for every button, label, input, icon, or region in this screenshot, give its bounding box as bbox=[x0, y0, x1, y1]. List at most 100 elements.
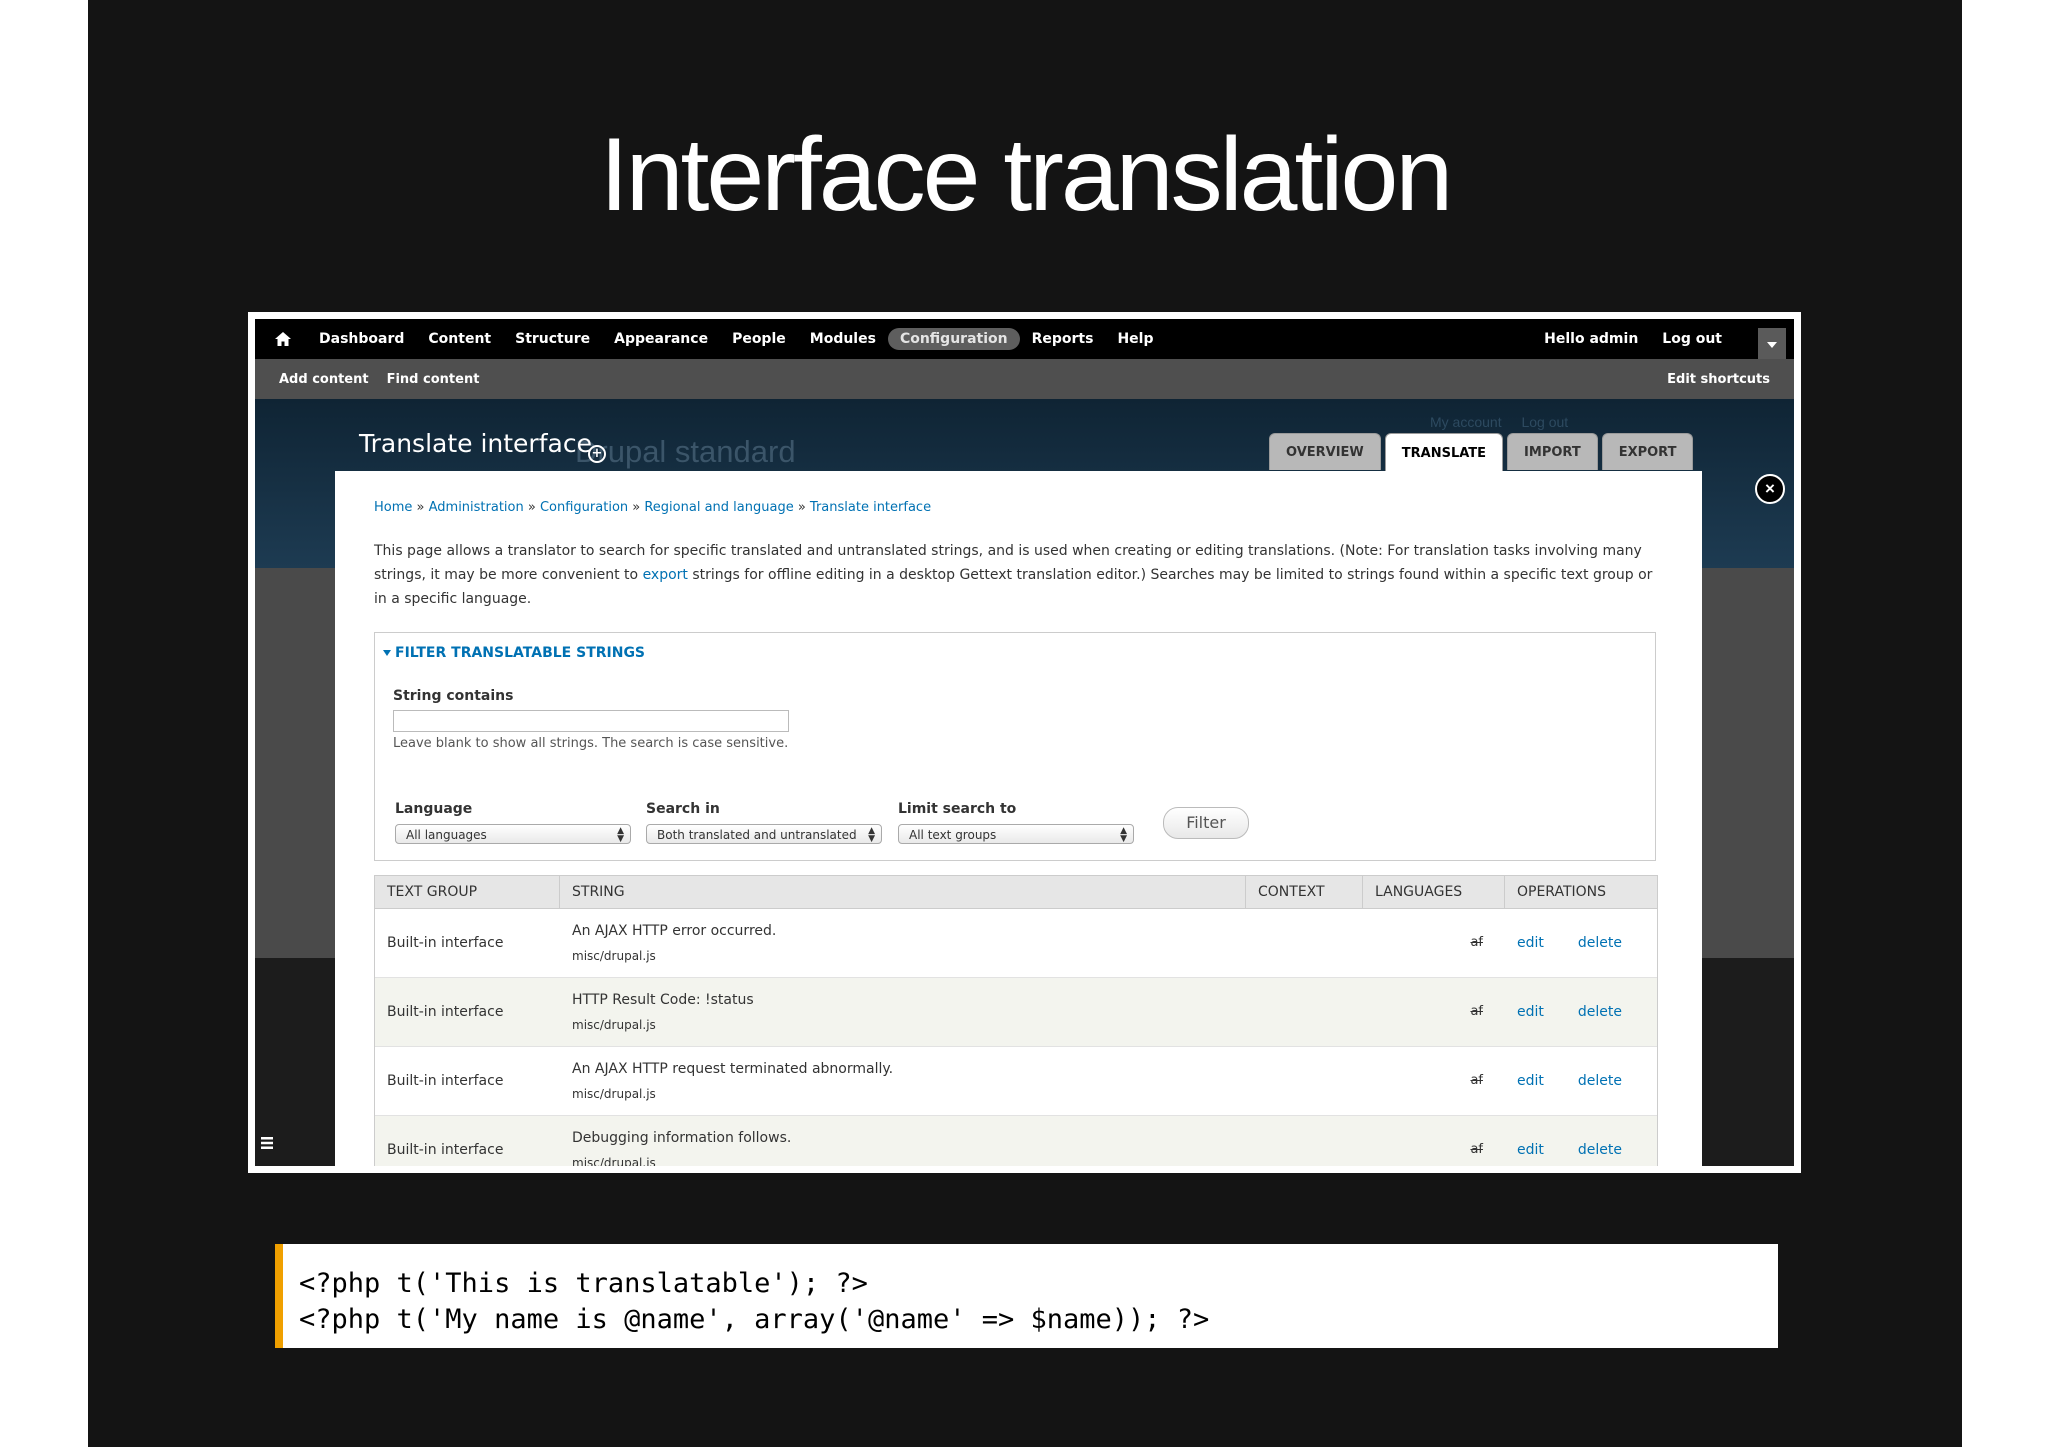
edit-link[interactable]: edit bbox=[1517, 1142, 1544, 1158]
toolbar-item-content[interactable]: Content bbox=[416, 331, 503, 347]
cell-context bbox=[1246, 978, 1363, 1046]
ghost-my-account: My account bbox=[1430, 414, 1502, 430]
tab-translate[interactable]: TRANSLATE bbox=[1384, 433, 1504, 472]
delete-link[interactable]: delete bbox=[1578, 1142, 1622, 1158]
search-in-select[interactable]: Both translated and untranslated ▲ ▼ bbox=[646, 824, 882, 844]
th-operations: OPERATIONS bbox=[1517, 884, 1607, 900]
cell-text-group: Built-in interface bbox=[387, 935, 504, 951]
page-title: Translate interface bbox=[359, 429, 592, 458]
search-in-select-value: Both translated and untranslated bbox=[657, 828, 857, 842]
chevron-down-icon bbox=[1767, 342, 1777, 348]
filter-legend-label: FILTER TRANSLATABLE STRINGS bbox=[395, 645, 646, 661]
code-snippet: <?php t('This is translatable'); ?> <?php… bbox=[275, 1244, 1778, 1348]
filter-legend-toggle[interactable]: FILTER TRANSLATABLE STRINGS bbox=[383, 645, 645, 661]
code-line-1: <?php t('This is translatable'); ?> bbox=[299, 1268, 868, 1299]
home-icon[interactable] bbox=[275, 332, 291, 346]
string-text: An AJAX HTTP request terminated abnormal… bbox=[572, 1061, 894, 1077]
toolbar-item-configuration[interactable]: Configuration bbox=[887, 328, 1020, 350]
cell-languages: af bbox=[1470, 1142, 1483, 1157]
table-row: Built-in interface An AJAX HTTP request … bbox=[375, 1047, 1657, 1116]
code-line-2: <?php t('My name is @name', array('@name… bbox=[299, 1304, 1210, 1335]
cell-text-group: Built-in interface bbox=[387, 1004, 504, 1020]
table-row: Built-in interface HTTP Result Code: !st… bbox=[375, 978, 1657, 1047]
search-in-label: Search in bbox=[646, 801, 720, 817]
delete-link[interactable]: delete bbox=[1578, 935, 1622, 951]
cell-text-group: Built-in interface bbox=[387, 1142, 504, 1158]
string-contains-description: Leave blank to show all strings. The sea… bbox=[393, 736, 789, 751]
toolbar-item-help[interactable]: Help bbox=[1105, 331, 1165, 347]
breadcrumb-translate-interface[interactable]: Translate interface bbox=[810, 500, 931, 515]
toolbar-item-reports[interactable]: Reports bbox=[1020, 331, 1106, 347]
cell-string: An AJAX HTTP request terminated abnormal… bbox=[560, 1047, 1246, 1115]
hello-user[interactable]: Hello admin bbox=[1544, 331, 1638, 347]
string-text: HTTP Result Code: !status bbox=[572, 992, 754, 1008]
edit-link[interactable]: edit bbox=[1517, 1073, 1544, 1089]
cell-context bbox=[1246, 1047, 1363, 1115]
tab-import[interactable]: IMPORT bbox=[1507, 433, 1598, 470]
ghost-log-out: Log out bbox=[1521, 414, 1569, 430]
cell-context bbox=[1246, 909, 1363, 977]
slide: Interface translation Dashboard Content … bbox=[88, 0, 1962, 1447]
delete-link[interactable]: delete bbox=[1578, 1004, 1622, 1020]
cell-languages: af bbox=[1470, 1004, 1483, 1019]
caret-down-icon bbox=[383, 650, 391, 656]
tab-overview[interactable]: OVERVIEW bbox=[1269, 433, 1381, 470]
cell-string: An AJAX HTTP error occurred. misc/drupal… bbox=[560, 909, 1246, 977]
menu-icon[interactable] bbox=[261, 1136, 273, 1150]
table-row: Built-in interface Debugging information… bbox=[375, 1116, 1657, 1166]
filter-button[interactable]: Filter bbox=[1163, 807, 1249, 839]
export-link[interactable]: export bbox=[643, 567, 688, 583]
select-arrows-icon: ▲ ▼ bbox=[1120, 826, 1127, 844]
cell-operations: edit delete bbox=[1505, 1116, 1657, 1166]
delete-link[interactable]: delete bbox=[1578, 1073, 1622, 1089]
help-text: This page allows a translator to search … bbox=[374, 539, 1654, 611]
string-text: Debugging information follows. bbox=[572, 1130, 792, 1146]
language-select[interactable]: All languages ▲ ▼ bbox=[395, 824, 631, 844]
string-source: misc/drupal.js bbox=[572, 1156, 656, 1166]
toolbar-item-modules[interactable]: Modules bbox=[798, 331, 888, 347]
toolbar-item-appearance[interactable]: Appearance bbox=[602, 331, 720, 347]
breadcrumb-regional-language[interactable]: Regional and language bbox=[644, 500, 793, 515]
toolbar-item-structure[interactable]: Structure bbox=[503, 331, 602, 347]
logout-link[interactable]: Log out bbox=[1662, 331, 1722, 347]
limit-search-select[interactable]: All text groups ▲ ▼ bbox=[898, 824, 1134, 844]
edit-link[interactable]: edit bbox=[1517, 935, 1544, 951]
language-select-value: All languages bbox=[406, 828, 487, 842]
add-shortcut-icon[interactable]: + bbox=[588, 445, 606, 463]
cell-operations: edit delete bbox=[1505, 1047, 1657, 1115]
toolbar-item-people[interactable]: People bbox=[720, 331, 798, 347]
shortcuts-list: Add content Find content bbox=[279, 359, 497, 399]
edit-link[interactable]: edit bbox=[1517, 1004, 1544, 1020]
th-context[interactable]: CONTEXT bbox=[1246, 876, 1363, 908]
shortcut-find-content[interactable]: Find content bbox=[387, 372, 480, 387]
select-arrows-icon: ▲ ▼ bbox=[868, 826, 875, 844]
screenshot-frame: Dashboard Content Structure Appearance P… bbox=[248, 312, 1801, 1173]
edit-shortcuts-link[interactable]: Edit shortcuts bbox=[1667, 372, 1770, 387]
breadcrumb: Home » Administration » Configuration » … bbox=[374, 500, 932, 515]
breadcrumb-configuration[interactable]: Configuration bbox=[540, 500, 628, 515]
th-text-group[interactable]: TEXT GROUP bbox=[375, 876, 560, 908]
cell-languages: af bbox=[1470, 935, 1483, 950]
cell-text-group: Built-in interface bbox=[387, 1073, 504, 1089]
toolbar-item-dashboard[interactable]: Dashboard bbox=[307, 331, 416, 347]
string-contains-input[interactable] bbox=[393, 710, 789, 732]
breadcrumb-administration[interactable]: Administration bbox=[429, 500, 524, 515]
limit-search-label: Limit search to bbox=[898, 801, 1017, 817]
table-row: Built-in interface An AJAX HTTP error oc… bbox=[375, 909, 1657, 978]
string-source: misc/drupal.js bbox=[572, 949, 656, 963]
th-string[interactable]: STRING bbox=[560, 876, 1246, 908]
shortcuts-toggle-button[interactable] bbox=[1758, 328, 1786, 359]
th-languages[interactable]: LANGUAGES bbox=[1363, 876, 1505, 908]
close-overlay-icon[interactable]: × bbox=[1755, 474, 1785, 504]
background-site-name: Drupal standard bbox=[575, 434, 796, 469]
table-header: TEXT GROUP STRING CONTEXT LANGUAGES OPER… bbox=[375, 876, 1657, 909]
cell-string: Debugging information follows. misc/drup… bbox=[560, 1116, 1246, 1166]
toolbar-user: Hello admin Log out bbox=[1520, 319, 1722, 359]
tab-export[interactable]: EXPORT bbox=[1601, 433, 1694, 470]
language-label: Language bbox=[395, 801, 473, 817]
background-user-links: My account Log out bbox=[1430, 414, 1584, 430]
shortcut-add-content[interactable]: Add content bbox=[279, 372, 369, 387]
breadcrumb-home[interactable]: Home bbox=[374, 500, 412, 515]
shortcuts-bar: Add content Find content Edit shortcuts bbox=[255, 359, 1794, 399]
admin-toolbar: Dashboard Content Structure Appearance P… bbox=[255, 319, 1794, 359]
